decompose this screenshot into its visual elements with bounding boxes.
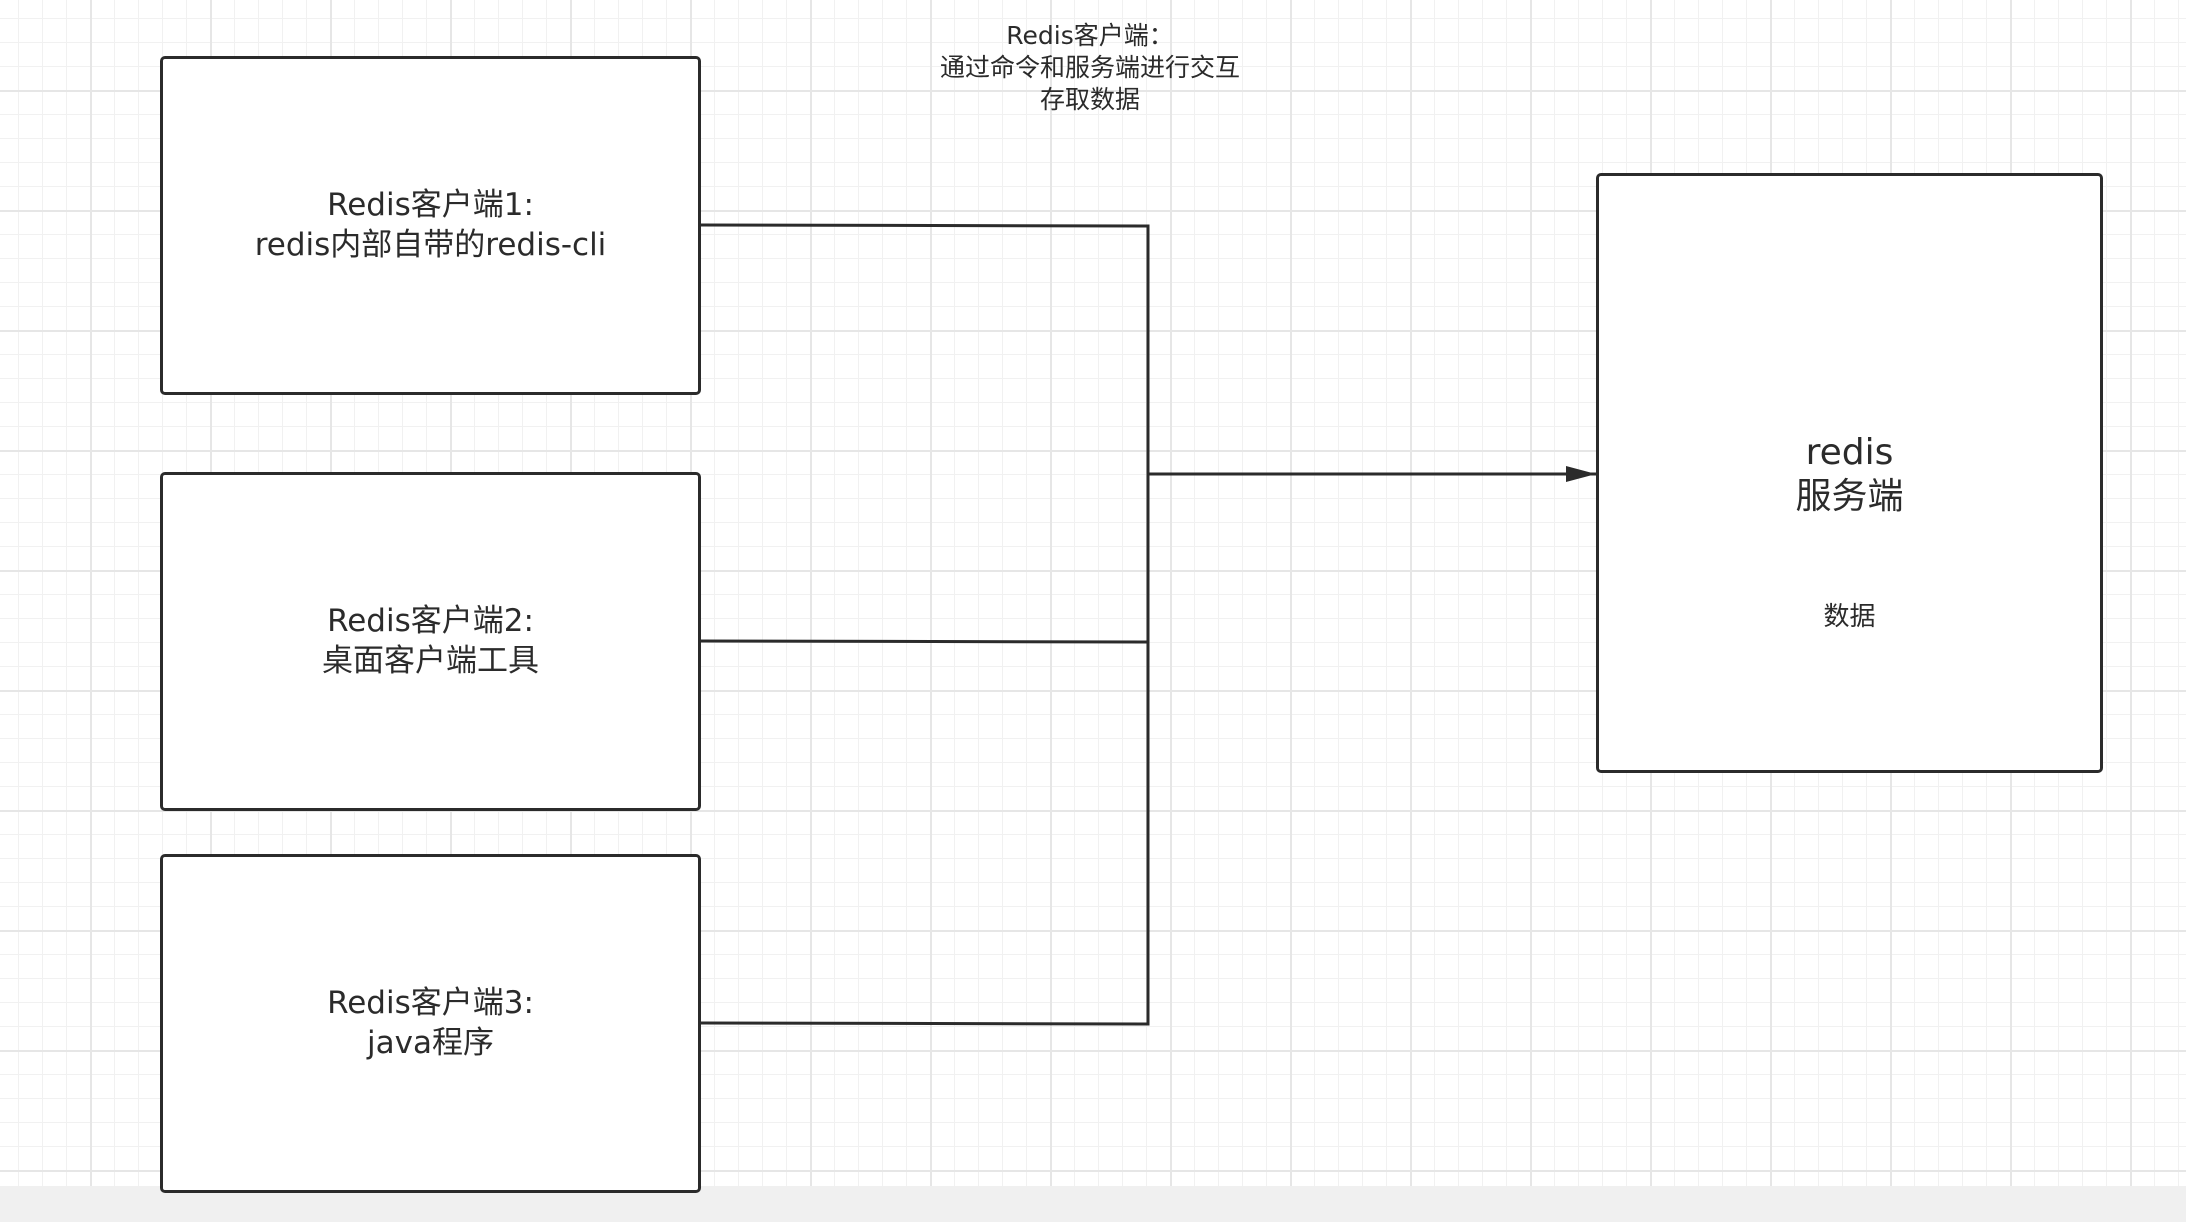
redis-server-box[interactable]: redis 服务端 数据 [1596, 173, 2103, 773]
client-1-title: Redis客户端1: [327, 187, 534, 223]
connector-client1[interactable] [700, 223, 1149, 228]
server-data-label: 数据 [1823, 602, 1876, 632]
client-2-title: Redis客户端2: [327, 603, 534, 639]
client-3-title: Redis客户端3: [327, 985, 534, 1021]
annotation-line-3: 存取数据 [1039, 85, 1140, 114]
annotation-line-1: Redis客户端： [1006, 21, 1174, 50]
client-1-label: Redis客户端1: redis内部自带的redis-cli [163, 185, 698, 265]
client-2-description: 桌面客户端工具 [322, 643, 539, 679]
connector-client2[interactable] [700, 639, 1149, 644]
interaction-annotation: Redis客户端： 通过命令和服务端进行交互 存取数据 [880, 20, 1300, 116]
server-title-line-2: 服务端 [1795, 476, 1904, 517]
redis-client-1-box[interactable]: Redis客户端1: redis内部自带的redis-cli [160, 56, 701, 395]
client-3-label: Redis客户端3: java程序 [163, 983, 698, 1063]
server-label: redis 服务端 [1599, 431, 2100, 519]
connector-client3[interactable] [700, 1021, 1149, 1026]
redis-client-3-box[interactable]: Redis客户端3: java程序 [160, 854, 701, 1193]
client-2-label: Redis客户端2: 桌面客户端工具 [163, 601, 698, 681]
client-3-description: java程序 [367, 1025, 494, 1061]
server-title-line-1: redis [1805, 432, 1894, 473]
annotation-line-2: 通过命令和服务端进行交互 [939, 53, 1240, 82]
redis-client-2-box[interactable]: Redis客户端2: 桌面客户端工具 [160, 472, 701, 811]
client-1-description: redis内部自带的redis-cli [254, 227, 607, 263]
